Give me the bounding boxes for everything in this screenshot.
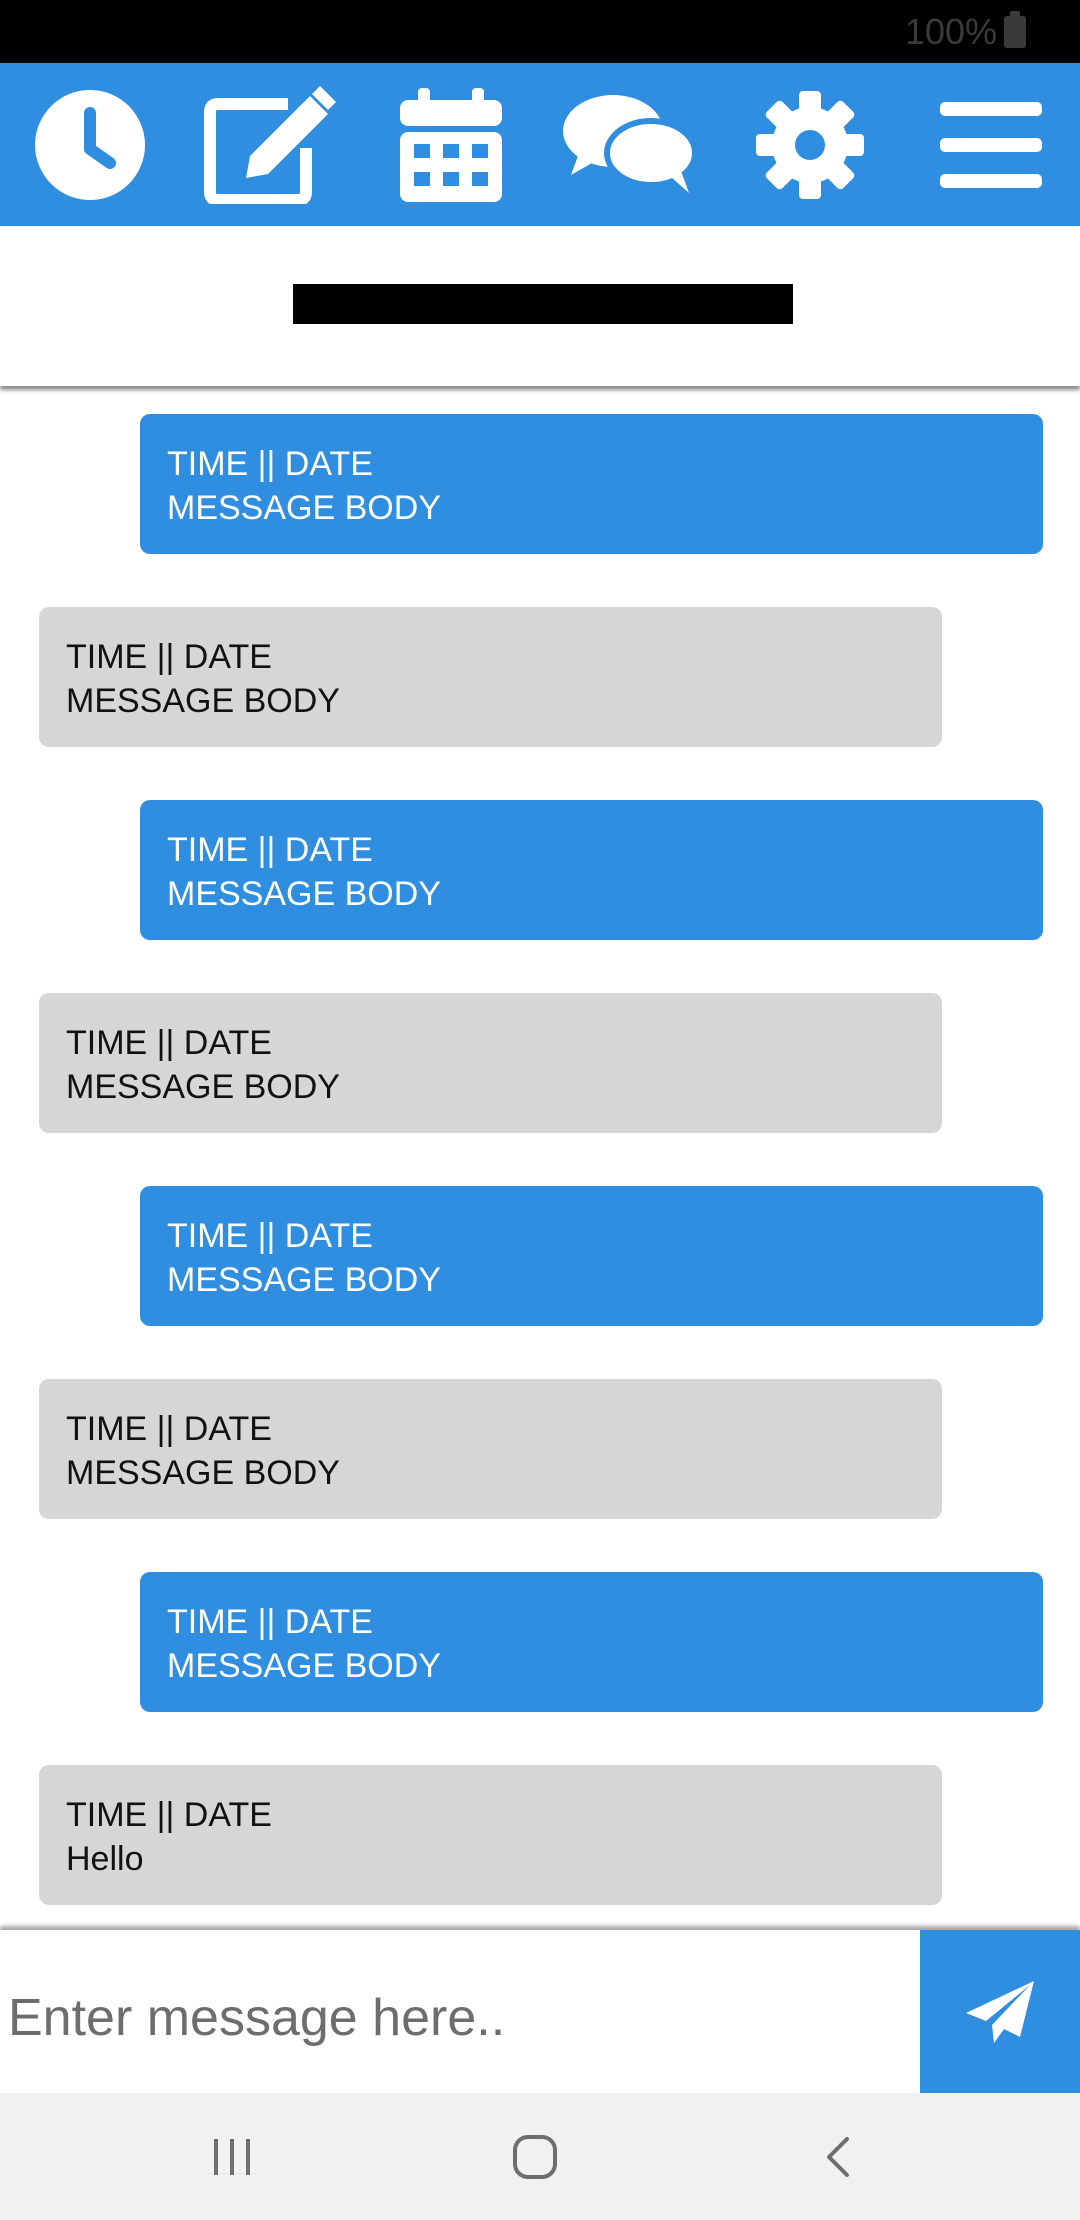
sent-message[interactable]: TIME || DATE MESSAGE BODY: [140, 1572, 1043, 1712]
battery-percentage: 100%: [904, 11, 997, 52]
message-meta: TIME || DATE: [66, 1796, 272, 1834]
status-bar: 100%: [0, 0, 1080, 63]
menu-button[interactable]: [935, 63, 1047, 226]
home-button[interactable]: [475, 2093, 595, 2220]
message-meta: TIME || DATE: [66, 1024, 272, 1062]
conversation-title: [293, 284, 793, 324]
battery-full-icon: [1004, 11, 1026, 48]
gear-icon: [756, 90, 864, 199]
hamburger-menu-icon: [940, 101, 1042, 188]
message-body: MESSAGE BODY: [66, 1454, 340, 1492]
received-message[interactable]: TIME || DATE MESSAGE BODY: [39, 993, 942, 1133]
message-composer: [0, 1930, 1080, 2093]
recent-apps-button[interactable]: [172, 2093, 292, 2220]
received-message[interactable]: TIME || DATE MESSAGE BODY: [39, 607, 942, 747]
clock-button[interactable]: [30, 63, 150, 226]
recent-apps-icon: [214, 2138, 250, 2175]
calendar-button[interactable]: [395, 63, 507, 226]
conversation-header: [0, 226, 1080, 386]
home-icon: [513, 2134, 557, 2179]
edit-icon: [204, 85, 336, 204]
message-body: MESSAGE BODY: [66, 1068, 340, 1106]
message-meta: TIME || DATE: [167, 445, 373, 483]
top-toolbar: [0, 63, 1080, 226]
received-message[interactable]: TIME || DATE Hello: [39, 1765, 942, 1905]
back-icon: [827, 2136, 849, 2177]
message-meta: TIME || DATE: [66, 638, 272, 676]
message-body: Hello: [66, 1840, 144, 1878]
sent-message[interactable]: TIME || DATE MESSAGE BODY: [140, 1186, 1043, 1326]
message-body: MESSAGE BODY: [167, 1647, 441, 1685]
message-body: MESSAGE BODY: [66, 682, 340, 720]
back-button[interactable]: [778, 2093, 898, 2220]
chat-bubbles-icon: [563, 94, 697, 193]
message-body: MESSAGE BODY: [167, 1261, 441, 1299]
sent-message[interactable]: TIME || DATE MESSAGE BODY: [140, 800, 1043, 940]
message-body: MESSAGE BODY: [167, 489, 441, 527]
message-body: MESSAGE BODY: [167, 875, 441, 913]
sent-message[interactable]: TIME || DATE MESSAGE BODY: [140, 414, 1043, 554]
chat-button[interactable]: [560, 63, 700, 226]
compose-button[interactable]: [200, 63, 340, 226]
message-meta: TIME || DATE: [167, 1603, 373, 1641]
settings-button[interactable]: [752, 63, 868, 226]
send-button[interactable]: [920, 1930, 1080, 2093]
calendar-icon: [400, 87, 502, 202]
clock-icon: [35, 89, 145, 200]
paper-plane-icon: [966, 1980, 1034, 2043]
message-input[interactable]: [0, 1930, 920, 2093]
system-nav-bar: [0, 2093, 1080, 2220]
message-list[interactable]: TIME || DATE MESSAGE BODY TIME || DATE M…: [0, 386, 1080, 1930]
message-meta: TIME || DATE: [66, 1410, 272, 1448]
received-message[interactable]: TIME || DATE MESSAGE BODY: [39, 1379, 942, 1519]
message-meta: TIME || DATE: [167, 831, 373, 869]
message-meta: TIME || DATE: [167, 1217, 373, 1255]
